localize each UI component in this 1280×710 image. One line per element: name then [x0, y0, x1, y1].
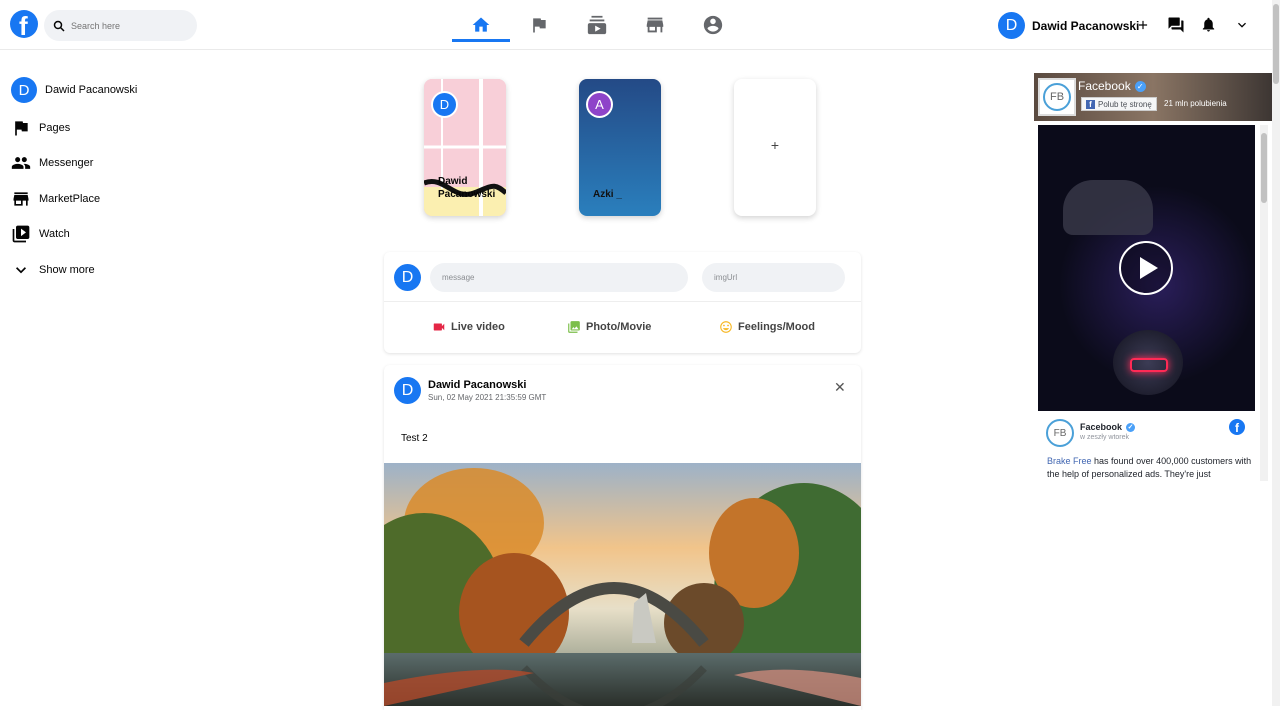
post-timestamp: Sun, 02 May 2021 21:35:59 GMT [428, 393, 547, 402]
top-header: f D Dawid Pacanowski [0, 0, 1272, 50]
chevron-down-icon [16, 267, 26, 274]
notifications-icon[interactable] [1200, 16, 1217, 33]
tab-marketplace[interactable] [626, 10, 684, 40]
tab-watch[interactable] [568, 10, 626, 40]
facebook-logo[interactable]: f [10, 10, 38, 38]
verified-badge-icon: ✓ [1126, 422, 1136, 432]
composer-avatar: D [394, 264, 421, 291]
post-time: w zeszły wtorek [1080, 434, 1130, 441]
facebook-f-icon: f [1086, 99, 1095, 109]
header-avatar[interactable]: D [998, 12, 1025, 39]
story-card[interactable]: A Azki _ [579, 79, 661, 216]
verified-badge-icon: ✓ [1134, 80, 1146, 92]
plugin-likes: 21 mln polubienia [1164, 99, 1227, 108]
flag-icon [533, 18, 546, 33]
account-circle-icon [703, 15, 723, 35]
sidebar-item-messenger[interactable]: Messenger [11, 153, 93, 173]
videocam-icon [433, 323, 445, 331]
sidebar-item-label: MarketPlace [39, 193, 101, 205]
storefront-icon [646, 17, 664, 33]
feed-post: D Dawid Pacanowski Sun, 02 May 2021 21:3… [384, 365, 861, 710]
post-text: Test 2 [401, 433, 428, 444]
sidebar-item-label: Pages [39, 122, 71, 134]
post-page-logo[interactable]: FB [1046, 419, 1074, 447]
post-image [384, 463, 861, 706]
add-icon[interactable] [1136, 18, 1150, 32]
header-user-name[interactable]: Dawid Pacanowski [1032, 19, 1139, 33]
plugin-scrollbar-thumb[interactable] [1261, 133, 1267, 203]
tab-home[interactable] [452, 10, 510, 42]
sidebar-profile[interactable]: D Dawid Pacanowski [11, 77, 137, 103]
subscriptions-icon [587, 15, 607, 35]
plugin-video[interactable] [1038, 125, 1255, 411]
storefront-icon [13, 192, 29, 206]
page-scrollbar-thumb[interactable] [1273, 4, 1279, 84]
sidebar-user-name: Dawid Pacanowski [45, 84, 138, 96]
search-input[interactable] [71, 20, 181, 31]
brake-free-link[interactable]: Brake Free [1047, 456, 1092, 466]
sidebar-item-watch[interactable]: Watch [11, 224, 70, 244]
like-page-button[interactable]: f Polub tę stronę [1081, 97, 1157, 111]
search-box[interactable] [44, 10, 197, 41]
sidebar-item-label: Show more [39, 264, 95, 276]
message-input[interactable] [430, 263, 688, 292]
sidebar-item-label: Messenger [39, 157, 94, 169]
post-author-avatar[interactable]: D [394, 377, 421, 404]
plugin-page-name[interactable]: Facebook ✓ [1078, 79, 1146, 93]
sidebar-item-marketplace[interactable]: MarketPlace [11, 189, 100, 209]
story-name: Azki _ [593, 189, 622, 200]
add-story-plus: + [770, 137, 780, 153]
page-plugin: FB Facebook ✓ f Polub tę stronę 21 mln p… [1034, 73, 1272, 481]
photo-library-icon [568, 321, 580, 333]
add-story-card[interactable]: + [734, 79, 816, 216]
plugin-logo[interactable]: FB [1038, 78, 1076, 116]
image-url-input[interactable] [702, 263, 845, 292]
search-icon [53, 20, 65, 32]
led-face [1130, 358, 1168, 372]
sidebar-item-label: Watch [39, 228, 70, 240]
feelings-mood-button[interactable]: Feelings/Mood [719, 320, 815, 334]
sidebar-item-show-more[interactable]: Show more [11, 260, 95, 280]
expand-more-icon[interactable] [1234, 17, 1250, 33]
story-name: Dawid Pacanowski [438, 176, 496, 200]
people-icon [11, 157, 31, 169]
emoji-icon [720, 321, 732, 333]
sidebar-item-pages[interactable]: Pages [11, 118, 70, 138]
story-card[interactable]: D Dawid Pacanowski [424, 79, 506, 216]
photo-movie-button[interactable]: Photo/Movie [567, 320, 651, 334]
page-scrollbar[interactable] [1272, 0, 1280, 706]
story-avatar: D [431, 91, 458, 118]
tab-pages[interactable] [510, 10, 568, 40]
flag-icon [15, 121, 28, 136]
sidebar-avatar: D [11, 77, 37, 103]
facebook-circle-icon[interactable]: f [1229, 419, 1245, 435]
home-icon [472, 17, 490, 32]
post-composer: D Live video Photo/Movie Feelings/Mood [384, 252, 861, 353]
live-video-button[interactable]: Live video [432, 320, 505, 334]
close-icon[interactable]: ✕ [834, 379, 846, 396]
play-icon [1140, 257, 1158, 279]
plugin-post-header: FB Facebook ✓ w zeszły wtorek f Brake Fr… [1038, 411, 1255, 481]
motorcycle-figure [1063, 180, 1153, 235]
composer-divider [384, 301, 861, 302]
post-author-name[interactable]: Dawid Pacanowski [428, 379, 526, 391]
plugin-logo-text: FB [1043, 83, 1071, 111]
video-icon [12, 225, 30, 243]
play-button[interactable] [1119, 241, 1173, 295]
tab-groups[interactable] [684, 10, 742, 40]
post-body: Brake Free has found over 400,000 custom… [1047, 456, 1252, 479]
post-page-name[interactable]: Facebook ✓ [1080, 422, 1136, 432]
story-avatar: A [586, 91, 613, 118]
forum-icon[interactable] [1167, 16, 1185, 34]
